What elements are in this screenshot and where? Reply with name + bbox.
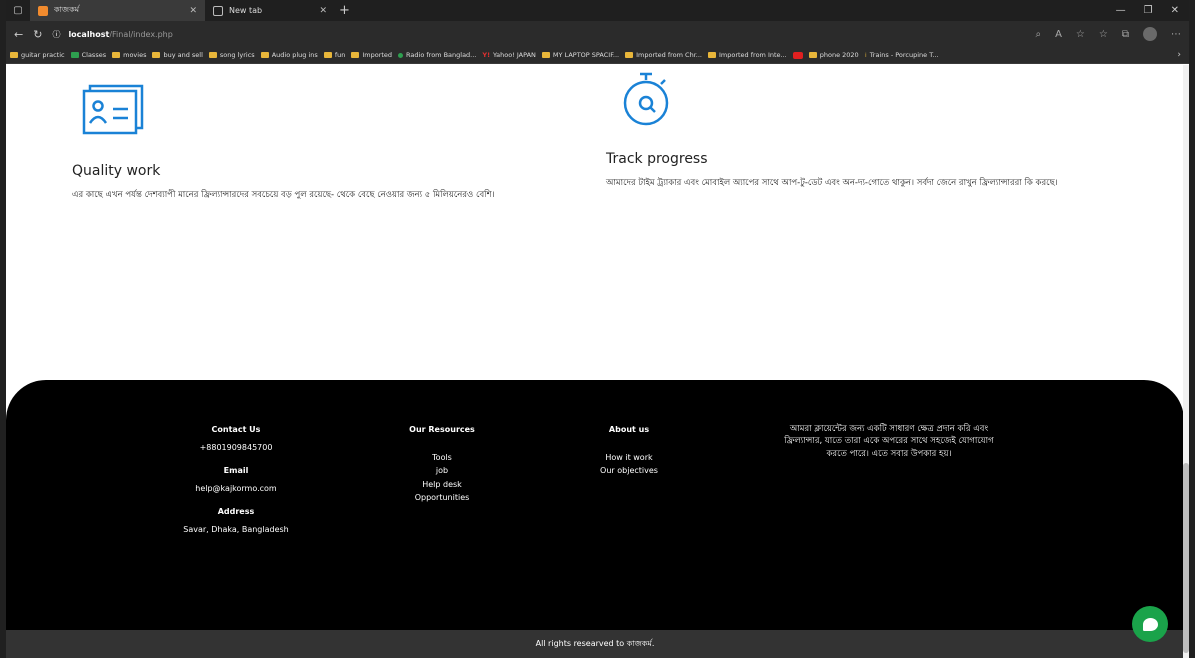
address-label: Address (217, 507, 255, 517)
window-controls: — ❐ ✕ (1116, 5, 1189, 16)
chevron-right-icon[interactable]: › (1177, 50, 1185, 60)
bookmark-item[interactable]: MY LAPTOP SPACIF... (541, 51, 619, 59)
folder-icon (541, 52, 550, 58)
feature-quality-work: Quality work এর কাছে এখন পর্যন্ত দেশব্যা… (72, 83, 582, 201)
folder-icon (323, 52, 332, 58)
refresh-icon[interactable]: ↻ (33, 28, 42, 41)
folder-icon (152, 52, 161, 58)
bookmark-item[interactable]: phone 2020 (808, 51, 859, 59)
profile-avatar[interactable] (1143, 27, 1157, 41)
bookmark-item[interactable]: ⁞ Trains - Porcupine T... (865, 51, 939, 59)
minimize-icon[interactable]: — (1116, 5, 1126, 16)
feature-description: এর কাছে এখন পর্যন্ত দেশব্যাপী মানের ফ্রি… (72, 190, 495, 200)
feature-title: Track progress (606, 151, 708, 167)
bookmark-item[interactable]: Audio plug ins (260, 51, 318, 59)
favorites-icon[interactable]: ☆ (1099, 29, 1108, 40)
contact-email[interactable]: help@kajkormo.com (166, 482, 306, 496)
page-viewport: Quality work এর কাছে এখন পর্যন্ত দেশব্যা… (6, 65, 1189, 658)
folder-icon (351, 52, 360, 58)
read-aloud-icon[interactable]: A (1055, 29, 1062, 40)
bookmark-item[interactable]: Imported from Chr... (625, 51, 702, 59)
bookmark-item[interactable]: guitar practic (10, 51, 65, 59)
folder-icon (10, 52, 18, 58)
footer-resources: Our Resources Tools job Help desk Opport… (392, 423, 492, 505)
youtube-icon (792, 51, 803, 59)
restore-icon[interactable]: ❐ (1144, 5, 1153, 16)
tab-kajkormo[interactable]: কাজকর্ম ✕ (30, 0, 205, 21)
yahoo-icon: Y! (482, 51, 491, 59)
workspaces-icon[interactable]: ▢ (6, 0, 30, 21)
footer-contact: Contact Us +8801909845700 Email help@kaj… (166, 423, 306, 537)
footer-link-help-desk[interactable]: Help desk (392, 478, 492, 492)
trains-icon: ⁞ (864, 51, 867, 59)
folder-icon (707, 52, 716, 58)
feature-description: আমাদের টাইম ট্র্যাকার এবং মোবাইল অ্যাপের… (606, 178, 1058, 188)
bookmark-item[interactable]: Radio from Banglad... (398, 51, 476, 59)
tab-new-tab[interactable]: New tab ✕ (205, 0, 335, 21)
url-host: localhost (68, 29, 110, 39)
feature-title: Quality work (72, 163, 161, 179)
footer-heading: About us (608, 425, 650, 434)
footer-about: About us How it work Our objectives (584, 423, 674, 478)
folder-icon (625, 52, 634, 58)
back-icon[interactable]: ← (14, 28, 23, 41)
tab-title: কাজকর্ম (54, 5, 80, 14)
feature-track-progress: Track progress আমাদের টাইম ট্র্যাকার এবং… (606, 71, 1126, 189)
folder-icon (208, 52, 217, 58)
chat-button[interactable] (1132, 606, 1168, 642)
bookmark-item[interactable]: Y! Yahoo! JAPAN (482, 51, 536, 59)
url-path: /Final/index.php (109, 29, 173, 39)
new-tab-favicon-icon (213, 5, 223, 16)
address-bar[interactable]: ⓘ localhost/Final/index.php (52, 29, 1025, 40)
email-label: Email (223, 466, 249, 476)
browser-toolbar: ← ↻ ⓘ localhost/Final/index.php ⌕ A ☆ ☆ … (6, 21, 1189, 47)
search-icon[interactable]: ⌕ (1035, 29, 1041, 40)
bookmark-item[interactable]: movies (112, 51, 146, 59)
bookmark-item[interactable] (792, 51, 803, 59)
bookmark-item[interactable]: buy and sell (152, 51, 203, 59)
site-favicon-icon (38, 5, 48, 16)
bookmark-item[interactable]: Imported from Inte... (707, 51, 787, 59)
close-window-icon[interactable]: ✕ (1171, 5, 1179, 16)
bookmark-item[interactable]: Classes (70, 51, 106, 59)
close-icon[interactable]: ✕ (319, 6, 327, 16)
page-scrollbar[interactable] (1183, 65, 1189, 658)
folder-icon (112, 52, 121, 58)
folder-icon (808, 52, 817, 58)
stopwatch-icon (623, 72, 669, 126)
classroom-icon (70, 52, 79, 58)
footer-heading: Contact Us (211, 425, 261, 434)
tab-title: New tab (229, 6, 263, 15)
new-tab-plus-icon[interactable]: + (339, 3, 350, 18)
footer-link-our-objectives[interactable]: Our objectives (584, 464, 674, 478)
info-icon[interactable]: ⓘ (52, 29, 60, 40)
site-footer: Contact Us +8801909845700 Email help@kaj… (6, 380, 1184, 630)
id-card-icon (82, 84, 144, 135)
copyright-bar: All rights researved to কাজকর্ম. (6, 630, 1184, 658)
bookmarks-bar: guitar practic Classes movies buy and se… (6, 47, 1189, 64)
collections-icon[interactable]: ⧉ (1122, 29, 1129, 40)
contact-phone[interactable]: +8801909845700 (166, 441, 306, 455)
contact-address: Savar, Dhaka, Bangladesh (183, 524, 289, 534)
chat-bubble-icon (1142, 617, 1158, 631)
scrollbar-thumb[interactable] (1183, 463, 1189, 653)
footer-about-text: আমরা ক্লায়েন্টের জন্য একটি সাধারণ ক্ষেত… (784, 424, 994, 459)
close-icon[interactable]: ✕ (189, 6, 197, 16)
radio-icon (398, 52, 404, 58)
folder-icon (260, 52, 269, 58)
bookmark-item[interactable]: Imported (351, 51, 392, 59)
favorite-star-icon[interactable]: ☆ (1076, 29, 1085, 40)
bookmark-item[interactable]: song lyrics (208, 51, 255, 59)
footer-link-job[interactable]: job (392, 464, 492, 478)
footer-link-tools[interactable]: Tools (392, 451, 492, 465)
toolbar-actions: ⌕ A ☆ ☆ ⧉ ⋯ (1035, 27, 1181, 41)
footer-heading: Our Resources (409, 425, 475, 434)
bookmark-item[interactable]: fun (323, 51, 345, 59)
copyright-text: All rights researved to কাজকর্ম. (535, 638, 655, 648)
footer-link-opportunities[interactable]: Opportunities (392, 491, 492, 505)
more-options-icon[interactable]: ⋯ (1171, 29, 1181, 40)
footer-link-how-it-work[interactable]: How it work (584, 451, 674, 465)
browser-window: ▢ কাজকর্ম ✕ New tab ✕ + — ❐ ✕ ← ↻ ⓘ loca… (6, 0, 1189, 658)
tab-strip: ▢ কাজকর্ম ✕ New tab ✕ + — ❐ ✕ (6, 0, 1189, 21)
